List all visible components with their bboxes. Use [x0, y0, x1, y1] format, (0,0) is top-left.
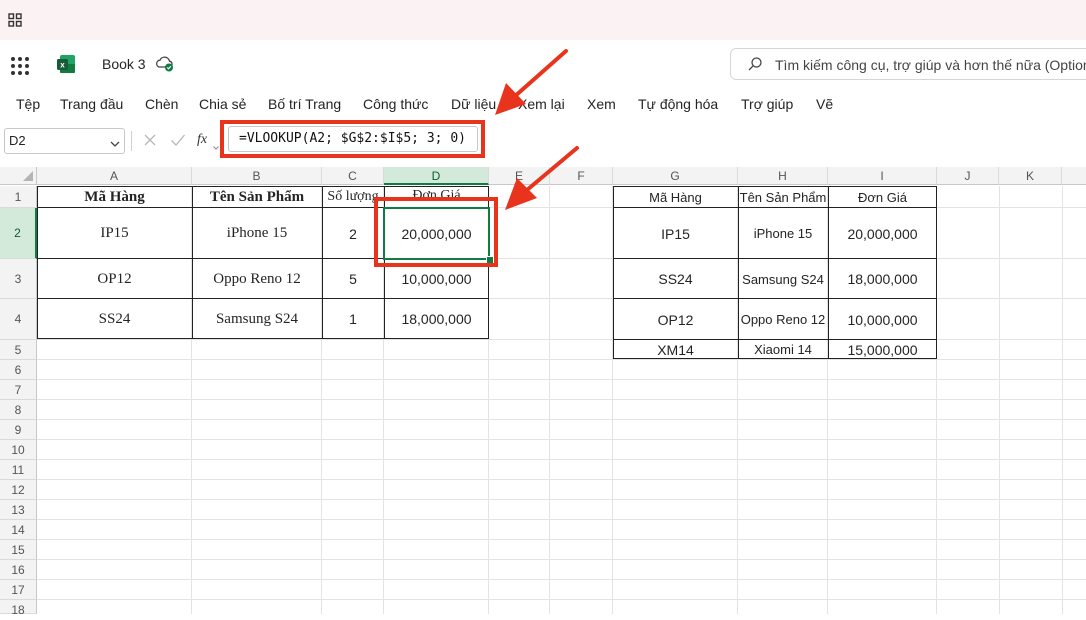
- tab-formulas[interactable]: Công thức: [363, 96, 428, 112]
- table-cell[interactable]: SS24: [37, 299, 192, 339]
- table-cell[interactable]: Oppo Reno 12: [192, 259, 322, 299]
- lookup-cell[interactable]: Samsung S24: [738, 259, 828, 299]
- lookup-cell[interactable]: 10,000,000: [828, 299, 937, 340]
- table-lookup: Mã Hàng Tên Sản Phẩm Đơn Giá IP15 iPhone…: [613, 186, 937, 359]
- row-header-2[interactable]: 2: [0, 208, 37, 259]
- cloud-saved-icon[interactable]: [155, 55, 175, 73]
- excel-logo-icon: x: [56, 54, 76, 74]
- table-cell[interactable]: 5: [322, 259, 384, 299]
- tab-file[interactable]: Tệp: [16, 96, 40, 112]
- lookup-cell[interactable]: iPhone 15: [738, 208, 828, 259]
- lookup-cell[interactable]: XM14: [613, 340, 738, 359]
- table-cell[interactable]: IP15: [37, 208, 192, 259]
- search-box[interactable]: Tìm kiếm công cụ, trợ giúp và hơn thế nữ…: [730, 48, 1086, 80]
- formula-input[interactable]: =VLOOKUP(A2; $G$2:$I$5; 3; 0): [228, 126, 478, 152]
- column-header-i[interactable]: I: [828, 167, 937, 185]
- search-placeholder: Tìm kiếm công cụ, trợ giúp và hơn thế nữ…: [775, 57, 1086, 73]
- formula-text: =VLOOKUP(A2; $G$2:$I$5; 3; 0): [239, 131, 466, 146]
- table-header[interactable]: Số lượng: [322, 186, 384, 208]
- column-header-j[interactable]: J: [937, 167, 999, 185]
- row-header-18[interactable]: 18: [0, 600, 37, 617]
- column-header-a[interactable]: A: [37, 167, 192, 185]
- table-cell[interactable]: 2: [322, 208, 384, 259]
- tab-page-layout[interactable]: Bố trí Trang: [268, 96, 341, 112]
- row-header-5[interactable]: 5: [0, 340, 37, 360]
- row-header-8[interactable]: 8: [0, 400, 37, 420]
- table-cell[interactable]: Samsung S24: [192, 299, 322, 339]
- column-header-f[interactable]: F: [550, 167, 613, 185]
- tab-data[interactable]: Dữ liệu: [451, 96, 496, 112]
- document-title[interactable]: Book 3: [102, 56, 146, 72]
- table-cell[interactable]: iPhone 15: [192, 208, 322, 259]
- row-header-10[interactable]: 10: [0, 440, 37, 460]
- column-header-e[interactable]: E: [489, 167, 550, 185]
- lookup-cell[interactable]: OP12: [613, 299, 738, 340]
- tab-share[interactable]: Chia sẻ: [199, 96, 246, 112]
- apps-grid-icon[interactable]: [8, 13, 22, 27]
- column-header-l[interactable]: [1062, 167, 1086, 185]
- svg-text:x: x: [60, 61, 65, 70]
- table-header[interactable]: Tên Sản Phẩm: [192, 186, 322, 208]
- column-header-h[interactable]: H: [738, 167, 828, 185]
- row-header-9[interactable]: 9: [0, 420, 37, 440]
- tab-review[interactable]: Xem lại: [518, 96, 565, 112]
- table-header[interactable]: Đơn Giá: [384, 186, 489, 208]
- row-header-1[interactable]: 1: [0, 186, 37, 208]
- row-header-3[interactable]: 3: [0, 259, 37, 299]
- row-header-16[interactable]: 16: [0, 560, 37, 580]
- lookup-cell[interactable]: 18,000,000: [828, 259, 937, 299]
- row-header-4[interactable]: 4: [0, 299, 37, 340]
- lookup-header[interactable]: Đơn Giá: [828, 186, 937, 208]
- app-launcher-icon[interactable]: [11, 57, 29, 75]
- title-strip: [0, 0, 1086, 41]
- insert-function-icon[interactable]: fx: [197, 132, 207, 148]
- lookup-header[interactable]: Mã Hàng: [613, 186, 738, 208]
- row-header-14[interactable]: 14: [0, 520, 37, 540]
- lookup-cell[interactable]: 15,000,000: [828, 340, 937, 359]
- tab-home[interactable]: Trang đầu: [60, 96, 123, 112]
- row-header-15[interactable]: 15: [0, 540, 37, 560]
- lookup-cell[interactable]: SS24: [613, 259, 738, 299]
- lookup-cell[interactable]: Oppo Reno 12: [738, 299, 828, 340]
- select-all-corner[interactable]: [0, 167, 37, 185]
- tab-automate[interactable]: Tự động hóa: [638, 96, 718, 112]
- name-box-value: D2: [9, 133, 26, 148]
- table-cell[interactable]: 18,000,000: [384, 299, 489, 339]
- table-cell[interactable]: OP12: [37, 259, 192, 299]
- fill-handle[interactable]: [486, 256, 494, 264]
- search-icon: [747, 56, 763, 75]
- cancel-icon[interactable]: [143, 133, 157, 152]
- formula-divider: [131, 131, 132, 151]
- row-header-13[interactable]: 13: [0, 500, 37, 520]
- table-cell[interactable]: 10,000,000: [384, 259, 489, 299]
- row-header-11[interactable]: 11: [0, 460, 37, 480]
- lookup-cell[interactable]: IP15: [613, 208, 738, 259]
- table-cell-selected[interactable]: 20,000,000: [384, 208, 489, 259]
- enter-check-icon[interactable]: [170, 133, 186, 152]
- column-header-k[interactable]: K: [999, 167, 1062, 185]
- lookup-header[interactable]: Tên Sản Phẩm: [738, 186, 828, 208]
- row-header-17[interactable]: 17: [0, 580, 37, 600]
- column-header-b[interactable]: B: [192, 167, 322, 185]
- row-header-6[interactable]: 6: [0, 360, 37, 380]
- tab-view[interactable]: Xem: [587, 96, 616, 112]
- column-header-d[interactable]: D: [384, 167, 489, 185]
- chevron-down-icon[interactable]: [110, 136, 120, 151]
- row-header-7[interactable]: 7: [0, 380, 37, 400]
- fx-chevron-icon[interactable]: [213, 137, 219, 155]
- table-header[interactable]: Mã Hàng: [37, 186, 192, 208]
- column-header-c[interactable]: C: [322, 167, 384, 185]
- tab-draw[interactable]: Vẽ: [816, 96, 833, 112]
- table-main: Mã Hàng Tên Sản Phẩm Số lượng Đơn Giá IP…: [37, 186, 489, 339]
- lookup-cell[interactable]: 20,000,000: [828, 208, 937, 259]
- name-box[interactable]: D2: [4, 128, 125, 154]
- tab-help[interactable]: Trợ giúp: [741, 96, 793, 112]
- table-cell[interactable]: 1: [322, 299, 384, 339]
- tab-insert[interactable]: Chèn: [145, 96, 178, 112]
- row-header-12[interactable]: 12: [0, 480, 37, 500]
- lookup-cell[interactable]: Xiaomi 14: [738, 340, 828, 359]
- column-header-g[interactable]: G: [613, 167, 738, 185]
